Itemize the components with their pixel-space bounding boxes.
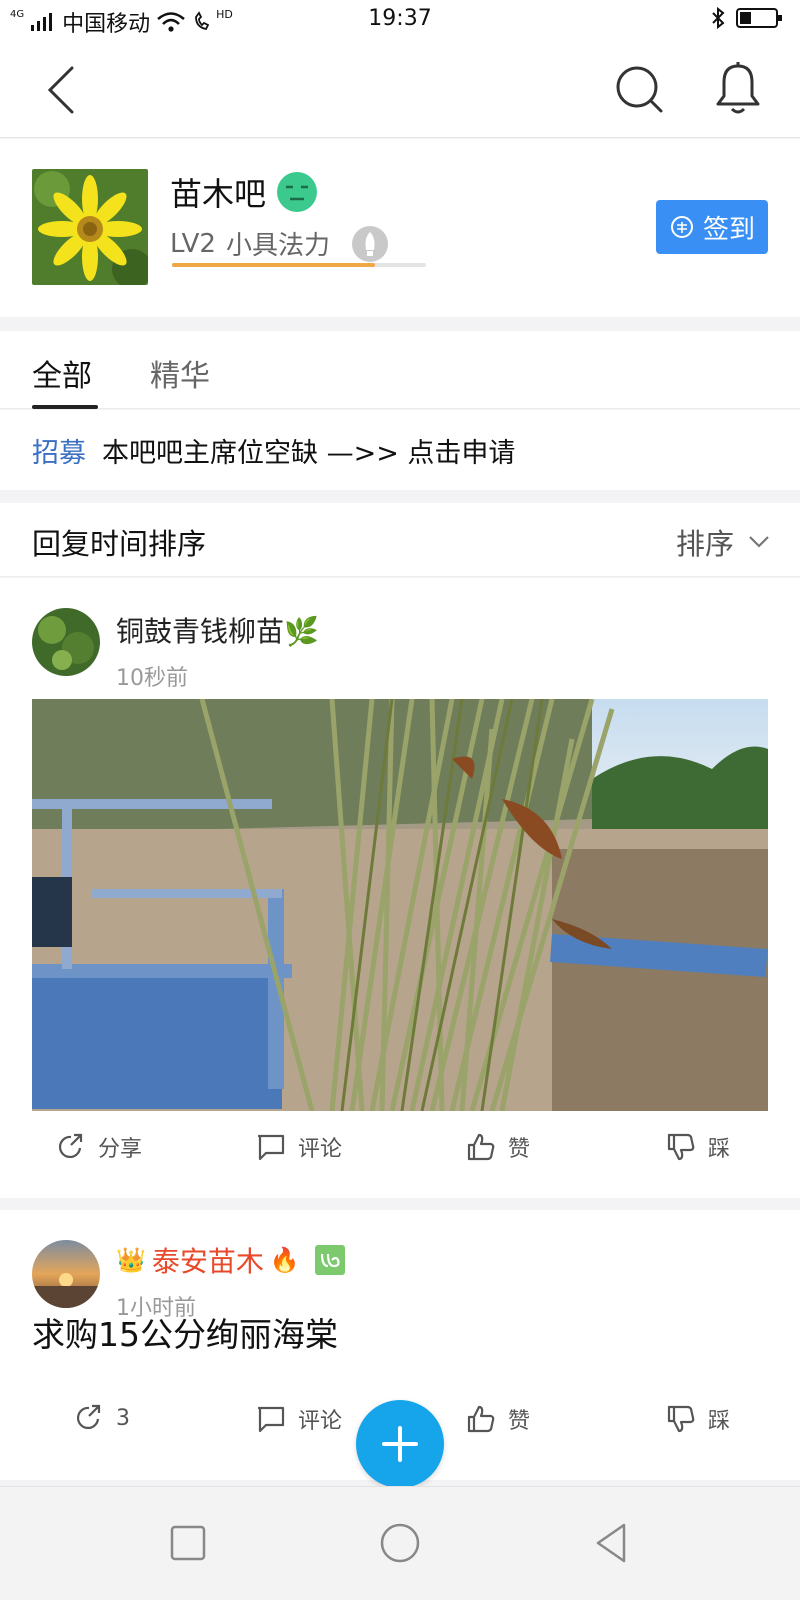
top-bar	[0, 42, 800, 138]
thumbs-up-icon	[467, 1133, 495, 1161]
share-button[interactable]: 3	[74, 1403, 130, 1433]
like-label: 赞	[508, 1409, 531, 1434]
chevron-down-icon	[749, 536, 769, 548]
back-icon[interactable]	[38, 62, 88, 118]
post-author[interactable]: 铜鼓青钱柳苗🌿	[116, 610, 319, 650]
comment-button[interactable]: 评论	[256, 1403, 342, 1435]
post-actions: 分享 评论 赞 踩	[0, 1119, 800, 1179]
fire-icon: 🔥	[269, 1246, 300, 1274]
author-name: 泰安苗木	[151, 1245, 264, 1278]
forum-avatar[interactable]	[32, 169, 148, 285]
notice-tag: 招募	[32, 437, 86, 469]
recruit-notice[interactable]: 招募 本吧吧主席位空缺 —>> 点击申请	[0, 410, 800, 490]
sort-button[interactable]: 排序	[676, 521, 770, 563]
back-nav-icon[interactable]	[584, 1513, 644, 1573]
clock: 19:37	[368, 6, 432, 31]
avatar[interactable]	[32, 1240, 100, 1308]
sign-label: 签到	[702, 214, 755, 245]
post-card[interactable]: 铜鼓青钱柳苗🌿 10秒前 分享 评论 赞 踩	[0, 578, 800, 1198]
dislike-label: 踩	[708, 1409, 731, 1434]
like-label: 赞	[508, 1137, 531, 1162]
forum-name: 苗木吧	[170, 175, 267, 213]
sort-title: 回复时间排序	[32, 527, 207, 561]
like-button[interactable]: 赞	[466, 1403, 530, 1435]
forum-level: LV2 小具法力	[170, 225, 388, 262]
bell-icon[interactable]	[712, 60, 764, 120]
share-icon	[59, 1133, 83, 1159]
level-progress-bar	[172, 263, 426, 267]
comment-icon	[257, 1134, 285, 1161]
level-title: 小具法力	[225, 231, 330, 261]
thumbs-up-icon	[467, 1405, 495, 1433]
zodiac-badge-icon	[314, 1245, 345, 1275]
rocket-icon	[351, 225, 388, 262]
avatar[interactable]	[32, 608, 100, 676]
post-time: 10秒前	[116, 666, 188, 691]
forum-title: 苗木吧	[170, 169, 318, 215]
comment-icon	[257, 1406, 285, 1433]
comment-label: 评论	[298, 1137, 343, 1162]
post-content[interactable]: 求购15公分绚丽海棠	[32, 1308, 338, 1356]
status-bar: 4G 中国移动 HD 19:37	[0, 0, 800, 42]
search-icon[interactable]	[612, 62, 668, 118]
active-tab-indicator	[32, 405, 98, 409]
home-icon[interactable]	[370, 1513, 430, 1573]
share-icon	[77, 1404, 101, 1430]
share-button[interactable]: 分享	[56, 1131, 142, 1163]
level-badge: LV2	[170, 228, 216, 259]
status-right	[710, 6, 784, 30]
comment-label: 评论	[298, 1409, 343, 1434]
bluetooth-icon	[712, 6, 725, 30]
sign-icon	[670, 216, 693, 238]
battery-icon	[736, 8, 782, 28]
share-count: 3	[116, 1405, 130, 1431]
share-label: 分享	[98, 1137, 143, 1162]
thumbs-down-icon	[667, 1405, 695, 1433]
dislike-button[interactable]: 踩	[666, 1403, 730, 1435]
tab-best[interactable]: 精华	[150, 351, 210, 395]
new-post-button[interactable]	[356, 1400, 444, 1488]
system-nav-bar	[0, 1486, 800, 1600]
post-author[interactable]: 👑 泰安苗木 🔥	[116, 1240, 346, 1280]
dislike-label: 踩	[708, 1137, 731, 1162]
plus-icon	[382, 1426, 418, 1462]
crown-icon: 👑	[116, 1246, 146, 1274]
notice-text: 本吧吧主席位空缺 —>> 点击申请	[102, 437, 516, 469]
forum-header: 苗木吧 LV2 小具法力 签到	[0, 139, 800, 317]
sort-bar: 回复时间排序 排序	[0, 503, 800, 577]
thumbs-down-icon	[667, 1133, 695, 1161]
sign-in-button[interactable]: 签到	[656, 200, 768, 254]
comment-button[interactable]: 评论	[256, 1131, 342, 1163]
dislike-button[interactable]: 踩	[666, 1131, 730, 1163]
tab-all[interactable]: 全部	[32, 351, 92, 395]
like-button[interactable]: 赞	[466, 1131, 530, 1163]
level-progress-fill	[172, 263, 376, 267]
recent-apps-icon[interactable]	[158, 1513, 218, 1573]
face-emoji-icon	[277, 172, 318, 212]
tab-bar: 全部 精华	[0, 331, 800, 409]
sort-label: 排序	[675, 527, 734, 561]
author-name: 铜鼓青钱柳苗🌿	[116, 615, 319, 648]
post-image[interactable]	[32, 699, 768, 1111]
